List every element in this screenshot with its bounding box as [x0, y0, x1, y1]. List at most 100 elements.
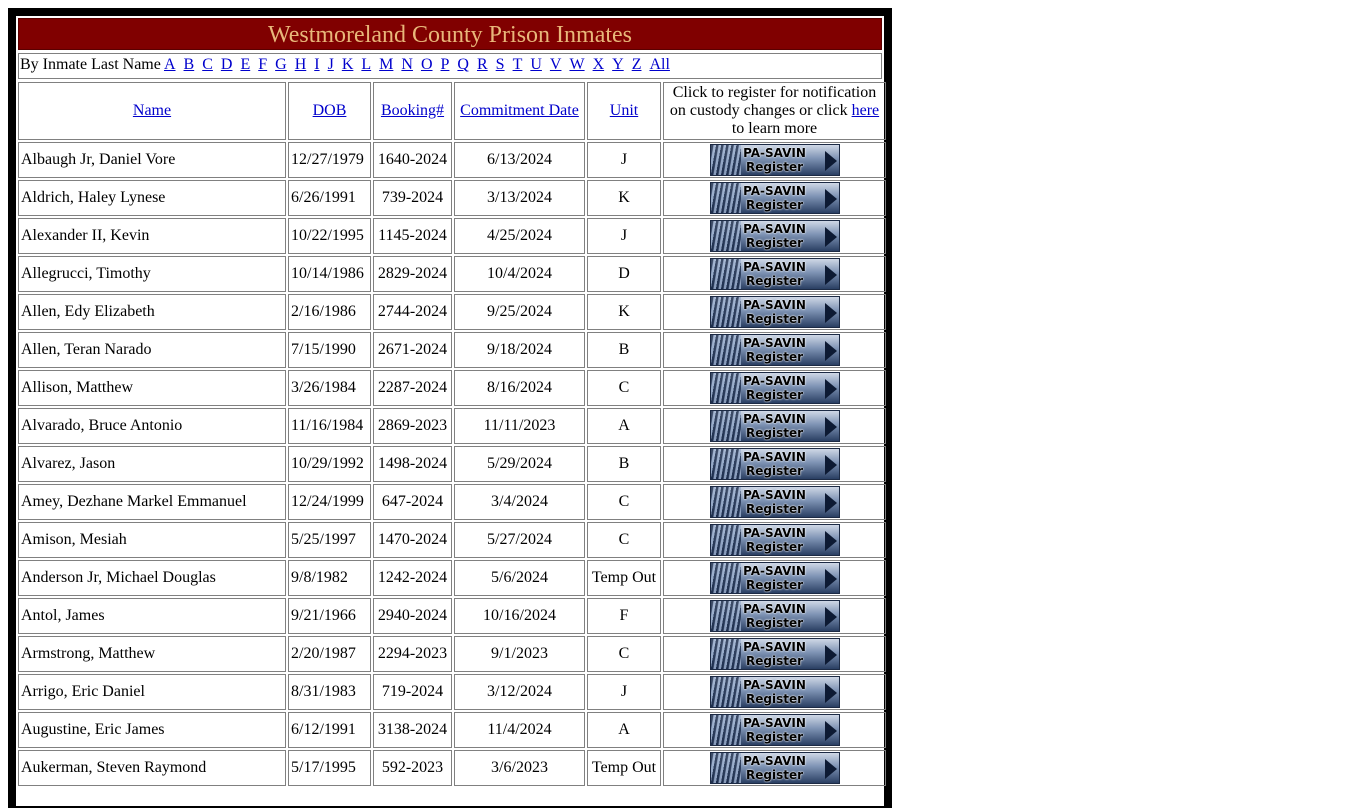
alphabet-link-c[interactable]: C	[202, 56, 213, 73]
booking-number-cell: 2744-2024	[373, 294, 452, 330]
inmate-name-cell: Allison, Matthew	[18, 370, 286, 406]
pa-savin-register-button[interactable]: PA-SAVIN Register	[709, 334, 840, 366]
dob-cell: 5/25/1997	[288, 522, 371, 558]
table-row: Alvarez, Jason 10/29/1992 1498-2024 5/29/20…	[18, 446, 886, 482]
alphabet-link-u[interactable]: U	[530, 56, 542, 73]
alphabet-link-all[interactable]: All	[649, 56, 669, 73]
pa-savin-register-button[interactable]: PA-SAVIN Register	[709, 524, 840, 556]
pa-savin-register-button[interactable]: PA-SAVIN Register	[709, 752, 840, 784]
alphabet-link-n[interactable]: N	[401, 56, 413, 73]
register-instructions-tail: to learn more	[731, 120, 818, 137]
pa-savin-register-button[interactable]: PA-SAVIN Register	[709, 258, 840, 290]
alphabet-link-l[interactable]: L	[361, 56, 371, 73]
commitment-date-cell: 6/13/2024	[454, 142, 585, 178]
pa-savin-register-button[interactable]: PA-SAVIN Register	[709, 486, 840, 518]
booking-number-cell: 3138-2024	[373, 712, 452, 748]
table-row: Allen, Teran Narado 7/15/1990 2671-2024 9/1…	[18, 332, 886, 368]
alphabet-link-q[interactable]: Q	[457, 56, 469, 73]
alphabet-link-e[interactable]: E	[240, 56, 250, 73]
booking-number-cell: 2287-2024	[373, 370, 452, 406]
column-header-unit: Unit	[587, 82, 661, 140]
savin-button-line2: Register	[745, 426, 804, 440]
alphabet-nav-label: By Inmate Last Name	[20, 56, 161, 73]
savin-button-line1: PA-SAVIN	[743, 374, 806, 388]
alphabet-link-s[interactable]: S	[496, 56, 505, 73]
inmate-name-cell: Aukerman, Steven Raymond	[18, 750, 286, 786]
savin-button-line2: Register	[745, 236, 804, 250]
alphabet-link-r[interactable]: R	[477, 56, 488, 73]
pa-savin-register-button[interactable]: PA-SAVIN Register	[709, 714, 840, 746]
booking-number-cell: 1242-2024	[373, 560, 452, 596]
dob-cell: 12/24/1999	[288, 484, 371, 520]
alphabet-link-d[interactable]: D	[221, 56, 233, 73]
commitment-date-cell: 8/16/2024	[454, 370, 585, 406]
pa-savin-register-button[interactable]: PA-SAVIN Register	[709, 144, 840, 176]
sort-by-commitment-link[interactable]: Commitment Date	[460, 102, 579, 119]
alphabet-link-k[interactable]: K	[342, 56, 354, 73]
pa-savin-register-button[interactable]: PA-SAVIN Register	[709, 676, 840, 708]
alphabet-link-h[interactable]: H	[295, 56, 307, 73]
unit-cell: J	[587, 674, 661, 710]
alphabet-link-v[interactable]: V	[550, 56, 562, 73]
table-row: Allegrucci, Timothy 10/14/1986 2829-2024 10…	[18, 256, 886, 292]
inmate-name-cell: Alexander II, Kevin	[18, 218, 286, 254]
savin-button-line1: PA-SAVIN	[743, 754, 806, 768]
table-row: Alvarado, Bruce Antonio 11/16/1984 2869-20…	[18, 408, 886, 444]
alphabet-link-g[interactable]: G	[275, 56, 287, 73]
column-header-dob: DOB	[288, 82, 371, 140]
pa-savin-register-button[interactable]: PA-SAVIN Register	[709, 296, 840, 328]
sort-by-dob-link[interactable]: DOB	[313, 102, 347, 119]
savin-button-line2: Register	[745, 350, 804, 364]
alphabet-link-i[interactable]: I	[314, 56, 319, 73]
booking-number-cell: 1470-2024	[373, 522, 452, 558]
table-row: Albaugh Jr, Daniel Vore 12/27/1979 1640-20…	[18, 142, 886, 178]
table-row: Anderson Jr, Michael Douglas 9/8/1982 1242…	[18, 560, 886, 596]
alphabet-link-z[interactable]: Z	[632, 56, 642, 73]
pa-savin-register-button[interactable]: PA-SAVIN Register	[709, 372, 840, 404]
savin-button-line1: PA-SAVIN	[743, 488, 806, 502]
dob-cell: 10/14/1986	[288, 256, 371, 292]
alphabet-link-w[interactable]: W	[569, 56, 584, 73]
learn-more-link[interactable]: here	[852, 102, 880, 119]
commitment-date-cell: 5/27/2024	[454, 522, 585, 558]
alphabet-link-y[interactable]: Y	[612, 56, 624, 73]
alphabet-link-m[interactable]: M	[379, 56, 393, 73]
page-frame: Westmoreland County Prison Inmates By In…	[8, 8, 892, 808]
column-header-commitment: Commitment Date	[454, 82, 585, 140]
pa-savin-register-button[interactable]: PA-SAVIN Register	[709, 562, 840, 594]
pa-savin-register-button[interactable]: PA-SAVIN Register	[709, 448, 840, 480]
pa-savin-register-button[interactable]: PA-SAVIN Register	[709, 638, 840, 670]
inmate-name-cell: Aldrich, Haley Lynese	[18, 180, 286, 216]
pa-savin-register-button[interactable]: PA-SAVIN Register	[709, 220, 840, 252]
unit-cell: Temp Out	[587, 560, 661, 596]
register-cell: PA-SAVIN Register	[663, 218, 886, 254]
unit-cell: C	[587, 636, 661, 672]
pa-savin-register-button[interactable]: PA-SAVIN Register	[709, 600, 840, 632]
savin-button-line2: Register	[745, 616, 804, 630]
alphabet-link-f[interactable]: F	[258, 56, 267, 73]
dob-cell: 5/17/1995	[288, 750, 371, 786]
alphabet-link-o[interactable]: O	[421, 56, 433, 73]
alphabet-link-a[interactable]: A	[164, 56, 176, 73]
pa-savin-register-button[interactable]: PA-SAVIN Register	[709, 182, 840, 214]
inmate-name-cell: Antol, James	[18, 598, 286, 634]
alphabet-link-p[interactable]: P	[441, 56, 450, 73]
register-cell: PA-SAVIN Register	[663, 712, 886, 748]
column-header-booking: Booking#	[373, 82, 452, 140]
booking-number-cell: 1498-2024	[373, 446, 452, 482]
sort-by-name-link[interactable]: Name	[133, 102, 171, 119]
sort-by-booking-link[interactable]: Booking#	[381, 102, 444, 119]
unit-cell: A	[587, 712, 661, 748]
page-title: Westmoreland County Prison Inmates	[18, 18, 882, 50]
alphabet-link-t[interactable]: T	[513, 56, 523, 73]
sort-by-unit-link[interactable]: Unit	[610, 102, 638, 119]
alphabet-link-j[interactable]: J	[328, 56, 334, 73]
pa-savin-register-button[interactable]: PA-SAVIN Register	[709, 410, 840, 442]
register-cell: PA-SAVIN Register	[663, 484, 886, 520]
savin-button-label: PA-SAVIN Register	[711, 677, 839, 706]
savin-button-line1: PA-SAVIN	[743, 184, 806, 198]
dob-cell: 10/22/1995	[288, 218, 371, 254]
register-cell: PA-SAVIN Register	[663, 598, 886, 634]
alphabet-link-b[interactable]: B	[184, 56, 195, 73]
alphabet-link-x[interactable]: X	[593, 56, 605, 73]
